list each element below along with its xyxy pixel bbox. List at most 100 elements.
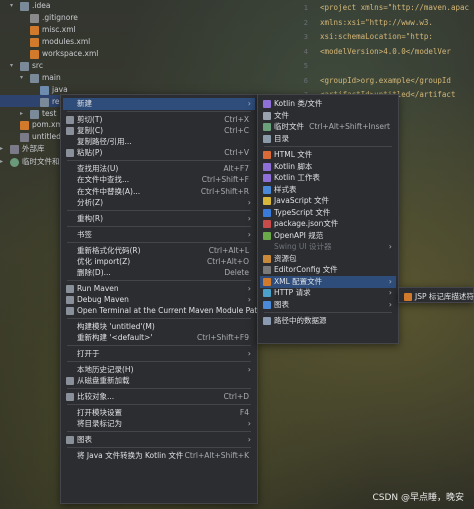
shortcut-hint: Ctrl+D	[223, 392, 249, 402]
tree-item[interactable]: ▸ 临时文件和	[0, 156, 60, 168]
context-menu-item[interactable]: 从磁盘重新加载	[63, 375, 255, 387]
submenu-arrow-icon: ›	[388, 276, 392, 286]
new-submenu-item[interactable]: XML 配置文件 ›	[260, 275, 396, 288]
xml-submenu-item[interactable]: JSP 标记库描述符	[401, 291, 474, 303]
context-menu-item[interactable]: 打开于 ›	[63, 348, 255, 360]
tree-item[interactable]: ▾ main	[20, 72, 61, 84]
code-line: xsi:schemaLocation="http:	[320, 32, 433, 41]
ts-icon	[263, 208, 271, 217]
tree-item[interactable]: modules.xml	[20, 36, 90, 48]
chevron-down-icon[interactable]: ▾	[10, 60, 17, 72]
new-submenu-item-label: 图表	[274, 299, 289, 309]
menu-separator	[67, 361, 251, 363]
new-submenu-item[interactable]: OpenAPI 规范	[260, 230, 396, 242]
chevron-right-icon[interactable]: ▸	[0, 156, 7, 168]
new-submenu-item-label: 临时文件	[274, 122, 304, 131]
new-submenu-item[interactable]: package.json文件	[260, 218, 396, 230]
watermark: CSDN @早点睡，晚安	[372, 493, 464, 503]
new-submenu-item[interactable]: HTTP 请求 ›	[260, 287, 396, 299]
reload-icon	[66, 377, 74, 386]
folder-icon	[20, 1, 29, 11]
new-submenu-item[interactable]: 路径中的数据源	[260, 315, 396, 327]
shortcut-hint: Ctrl+V	[224, 148, 249, 158]
xml-submenu-item-label: JSP 标记库描述符	[415, 292, 474, 301]
context-menu-item[interactable]: 将目录标记为 ›	[63, 418, 255, 430]
kotlin-icon	[263, 100, 271, 108]
context-menu-item[interactable]: 删除(D)... Delete	[63, 267, 255, 279]
new-submenu-item[interactable]: JavaScript 文件	[260, 195, 396, 207]
new-submenu-item-label: 路径中的数据源	[274, 316, 327, 325]
tree-item[interactable]: re	[30, 96, 60, 108]
npm-icon	[263, 220, 271, 228]
context-menu-item[interactable]: 将 Java 文件转换为 Kotlin 文件 Ctrl+Alt+Shift+K	[63, 450, 255, 462]
code-line: xmlns:xsi="http://www.w3.	[320, 17, 433, 27]
new-submenu-item: Swing UI 设计器 ›	[260, 241, 396, 253]
new-submenu-item-label: JavaScript 文件	[274, 196, 329, 205]
tree-item[interactable]: ▾ src	[10, 60, 43, 72]
menu-separator	[67, 209, 251, 211]
context-menu-item-label: 重构(R)	[77, 213, 104, 223]
new-submenu-item[interactable]: TypeScript 文件	[260, 207, 396, 219]
tree-item[interactable]: pom.xm	[10, 119, 63, 131]
new-submenu-item[interactable]: 目录	[260, 133, 396, 145]
line-number: 3	[303, 33, 308, 41]
new-submenu-item[interactable]: 文件	[260, 110, 396, 122]
tree-item-label: 外部库	[22, 144, 45, 153]
submenu-arrow-icon: ›	[388, 242, 392, 251]
tree-item[interactable]: workspace.xml	[20, 48, 98, 60]
menu-separator	[67, 345, 251, 347]
context-menu-item[interactable]: 新建 ›	[63, 98, 255, 110]
code-line: <modelVersion>4.0.0</modelVer	[320, 46, 451, 56]
chevron-down-icon[interactable]: ▾	[10, 0, 17, 12]
new-submenu-item[interactable]: Kotlin 工作表	[260, 172, 396, 184]
submenu-arrow-icon: ›	[247, 419, 251, 429]
module-file-icon	[20, 132, 29, 142]
new-submenu: Kotlin 类/文件文件 临时文件 Ctrl+Alt+Shift+Insert 目录…	[257, 94, 399, 344]
line-number: 2	[303, 18, 308, 27]
context-menu-item[interactable]: 粘贴(P) Ctrl+V	[63, 147, 255, 159]
new-submenu-item[interactable]: Kotlin 类/文件	[260, 98, 396, 110]
xml-config-submenu: JSP 标记库描述符	[398, 287, 474, 303]
menu-separator	[264, 312, 392, 313]
context-menu-item[interactable]: 重构(R) ›	[63, 213, 255, 225]
context-menu-item[interactable]: 比较对象... Ctrl+D	[63, 391, 255, 403]
new-submenu-item[interactable]: 图表 ›	[260, 299, 396, 311]
tree-item[interactable]: misc.xml	[20, 24, 76, 36]
tree-item[interactable]: ▸ 外部库	[0, 143, 45, 155]
menu-separator	[67, 388, 251, 390]
shortcut-hint: Ctrl+Shift+F9	[196, 333, 249, 343]
chevron-down-icon[interactable]: ▾	[20, 72, 27, 84]
new-submenu-item[interactable]: Kotlin 脚本	[260, 161, 396, 173]
folder-icon	[20, 61, 29, 71]
new-submenu-item-label: HTTP 请求	[274, 288, 311, 297]
git-file-icon	[30, 13, 39, 23]
new-submenu-item[interactable]: HTML 文件	[260, 149, 396, 161]
xml-icon	[263, 277, 271, 286]
new-submenu-item[interactable]: 样式表	[260, 184, 396, 196]
context-menu-item-label: 将目录标记为	[77, 419, 122, 429]
maven-file-icon	[20, 120, 29, 130]
context-menu-item-label: 删除(D)...	[77, 267, 111, 277]
context-menu-item[interactable]: 分析(Z) ›	[63, 197, 255, 209]
new-submenu-item-label: Kotlin 类/文件	[274, 99, 323, 108]
menu-separator	[67, 241, 251, 243]
kotlin-icon	[263, 162, 271, 171]
tree-item-label: untitled	[32, 132, 61, 141]
tree-item[interactable]: .gitignore	[20, 12, 78, 24]
submenu-arrow-icon: ›	[247, 213, 251, 223]
context-menu-item[interactable]: 书签 ›	[63, 229, 255, 241]
new-submenu-item[interactable]: 临时文件 Ctrl+Alt+Shift+Insert	[260, 121, 396, 133]
context-menu-item[interactable]: 图表 ›	[63, 434, 255, 446]
folder-icon	[30, 109, 39, 119]
tree-item[interactable]: ▾ .idea	[10, 0, 50, 12]
tree-item-label: misc.xml	[42, 25, 76, 34]
scratch-file-icon	[263, 123, 271, 131]
tree-item[interactable]: untitled	[10, 131, 61, 143]
new-submenu-item[interactable]: 资源包	[260, 253, 396, 265]
new-submenu-item[interactable]: EditorConfig 文件	[260, 264, 396, 276]
context-menu-item[interactable]: 重新构建 '<default>' Ctrl+Shift+F9	[63, 332, 255, 344]
chevron-right-icon[interactable]: ▸	[0, 143, 7, 155]
context-menu-item[interactable]: Open Terminal at the Current Maven Modul…	[63, 305, 262, 317]
tree-item-label: re	[52, 97, 60, 106]
context-menu-item-label: 书签	[77, 229, 92, 239]
